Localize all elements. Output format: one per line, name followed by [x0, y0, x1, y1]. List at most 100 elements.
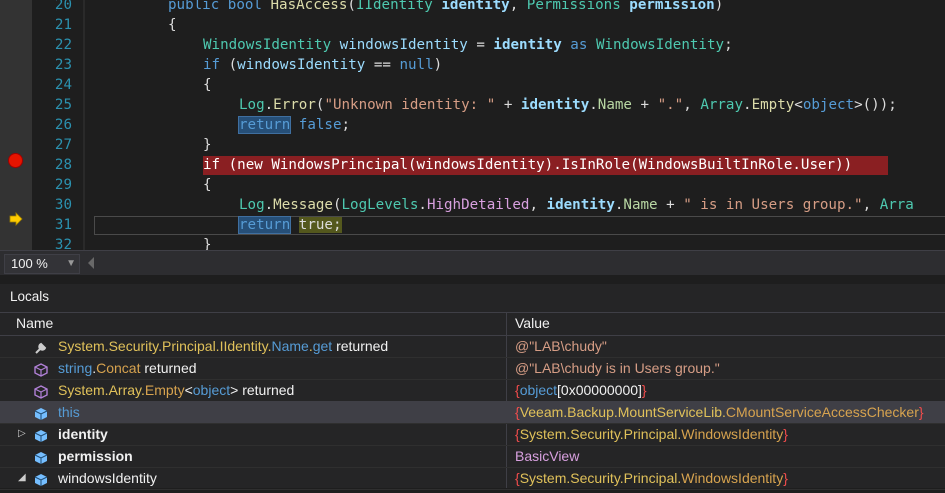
locals-row[interactable]: permission BasicView — [0, 445, 945, 468]
code-token: Error — [273, 97, 316, 113]
wrench-icon — [34, 339, 48, 354]
expand-icon[interactable]: ▷ — [18, 423, 26, 445]
name-token: object — [192, 382, 231, 398]
locals-row[interactable]: ▷ identity {System.Security.Principal.Wind… — [0, 423, 945, 446]
name-token: Array. — [108, 382, 145, 398]
code-text[interactable]: { — [203, 176, 212, 195]
value-token: System.Security.Principal. — [519, 426, 682, 442]
line-number: 25 — [54, 97, 72, 113]
code-text[interactable]: { — [203, 76, 212, 95]
zoom-dropdown[interactable]: 100 % ▼ — [4, 254, 80, 274]
locals-row[interactable]: ◢ windowsIdentity {System.Security.Princip… — [0, 467, 945, 490]
code-line[interactable]: 27} — [0, 136, 945, 155]
local-value[interactable]: @"LAB\chudy" — [515, 335, 607, 357]
variable-icon — [34, 471, 48, 486]
code-text[interactable]: if (windowsIdentity == null) — [203, 56, 442, 75]
local-value[interactable]: {System.Security.Principal.WindowsIdenti… — [515, 467, 788, 489]
current-line-box — [94, 216, 945, 235]
value-column-header[interactable]: Value — [515, 315, 550, 331]
line-number: 26 — [54, 117, 72, 133]
code-token: object — [802, 97, 855, 113]
chevron-down-icon: ▼ — [66, 258, 76, 269]
code-line[interactable]: 26 return false; — [0, 116, 945, 135]
code-line[interactable]: 22 WindowsIdentity windowsIdentity = iden… — [0, 36, 945, 55]
code-token: ) — [714, 0, 724, 13]
code-line[interactable]: 31 return true; — [0, 216, 945, 235]
code-token: . — [264, 97, 274, 113]
editor-status-bar: 100 % ▼ — [0, 250, 945, 275]
code-token: bool — [227, 0, 271, 13]
breakpoint-icon[interactable] — [9, 154, 22, 167]
code-token: . — [418, 197, 427, 213]
code-text[interactable]: Log.Message(LogLevels.HighDetailed, iden… — [239, 196, 914, 215]
code-line[interactable]: 21 { — [0, 16, 945, 35]
line-number: 27 — [54, 137, 72, 153]
code-text[interactable]: return true; — [237, 216, 342, 235]
locals-row[interactable]: System.Array.Empty<object> returned {obje… — [0, 379, 945, 402]
code-token: ) — [433, 57, 443, 73]
local-name: this — [58, 401, 80, 423]
local-name: permission — [58, 445, 133, 467]
code-text[interactable]: public bool HasAccess(IIdentity identity… — [168, 0, 723, 15]
name-token: identity — [58, 426, 108, 442]
code-line[interactable]: 32} — [0, 236, 945, 250]
locals-column-headers: Name Value — [0, 312, 945, 336]
scroll-left-icon[interactable] — [88, 257, 94, 269]
name-column-header[interactable]: Name — [16, 315, 53, 331]
code-text[interactable]: Log.Error("Unknown identity: " + identit… — [239, 96, 897, 115]
code-editor[interactable]: 20 public bool HasAccess(IIdentity identi… — [0, 0, 945, 250]
code-token: ; — [724, 37, 733, 53]
code-text[interactable]: } — [203, 136, 212, 155]
locals-row[interactable]: this {Veeam.Backup.MountServiceLib.CMount… — [0, 401, 945, 424]
code-token: false — [298, 117, 342, 133]
code-text[interactable]: return false; — [237, 116, 350, 135]
code-line[interactable]: 25 Log.Error("Unknown identity: " + ident… — [0, 96, 945, 115]
code-token: ( — [228, 57, 238, 73]
code-line[interactable]: 20 public bool HasAccess(IIdentity identi… — [0, 0, 945, 15]
code-token: + — [495, 97, 521, 113]
code-line[interactable]: 30 Log.Message(LogLevels.HighDetailed, id… — [0, 196, 945, 215]
code-token: } — [203, 137, 212, 153]
local-value[interactable]: {object[0x00000000]} — [515, 379, 647, 401]
code-text[interactable]: { — [168, 16, 177, 35]
name-token: > returned — [230, 382, 295, 398]
code-line[interactable]: 23 if (windowsIdentity == null) — [0, 56, 945, 75]
code-token: true; — [298, 217, 342, 233]
code-text[interactable]: if (new WindowsPrincipal(windowsIdentity… — [203, 156, 852, 175]
code-token: identity — [493, 37, 562, 53]
locals-row[interactable]: string.Concat returned @"LAB\chudy is in … — [0, 357, 945, 380]
collapse-icon[interactable]: ◢ — [18, 467, 26, 489]
local-value[interactable]: {System.Security.Principal.WindowsIdenti… — [515, 423, 788, 445]
code-token: as — [561, 37, 596, 53]
local-value[interactable]: @"LAB\chudy is in Users group." — [515, 357, 720, 379]
code-line[interactable]: 24 { — [0, 76, 945, 95]
name-token: Name — [271, 338, 309, 354]
code-token: LogLevels — [341, 197, 419, 213]
local-value[interactable]: BasicView — [515, 445, 579, 467]
name-token: IIdentity. — [219, 338, 272, 354]
code-token: Array — [700, 97, 744, 113]
code-token: "." — [657, 97, 684, 113]
value-token: WindowsIdentity — [681, 470, 784, 486]
zoom-value: 100 % — [11, 256, 48, 271]
code-line[interactable]: 28 if (new WindowsPrincipal(windowsIdenti… — [0, 156, 945, 175]
code-token: "Unknown identity: " — [324, 97, 496, 113]
locals-row[interactable]: System.Security.Principal.IIdentity.Name… — [0, 335, 945, 358]
code-token: public — [168, 0, 228, 13]
local-value[interactable]: {Veeam.Backup.MountServiceLib.CMountServ… — [515, 401, 924, 423]
code-token: return — [237, 116, 292, 134]
value-token: BasicView — [515, 448, 580, 464]
value-token: @"LAB\chudy is in Users group." — [515, 360, 720, 376]
code-text[interactable]: } — [203, 236, 212, 250]
variable-icon — [34, 405, 48, 420]
variable-icon — [34, 449, 48, 464]
code-token: if — [203, 57, 229, 73]
code-token: WindowsIdentity — [203, 37, 340, 53]
line-number: 23 — [54, 57, 72, 73]
name-token: string — [58, 360, 93, 376]
code-line[interactable]: 29 { — [0, 176, 945, 195]
line-number: 31 — [54, 217, 72, 233]
code-text[interactable]: WindowsIdentity windowsIdentity = identi… — [203, 36, 733, 55]
